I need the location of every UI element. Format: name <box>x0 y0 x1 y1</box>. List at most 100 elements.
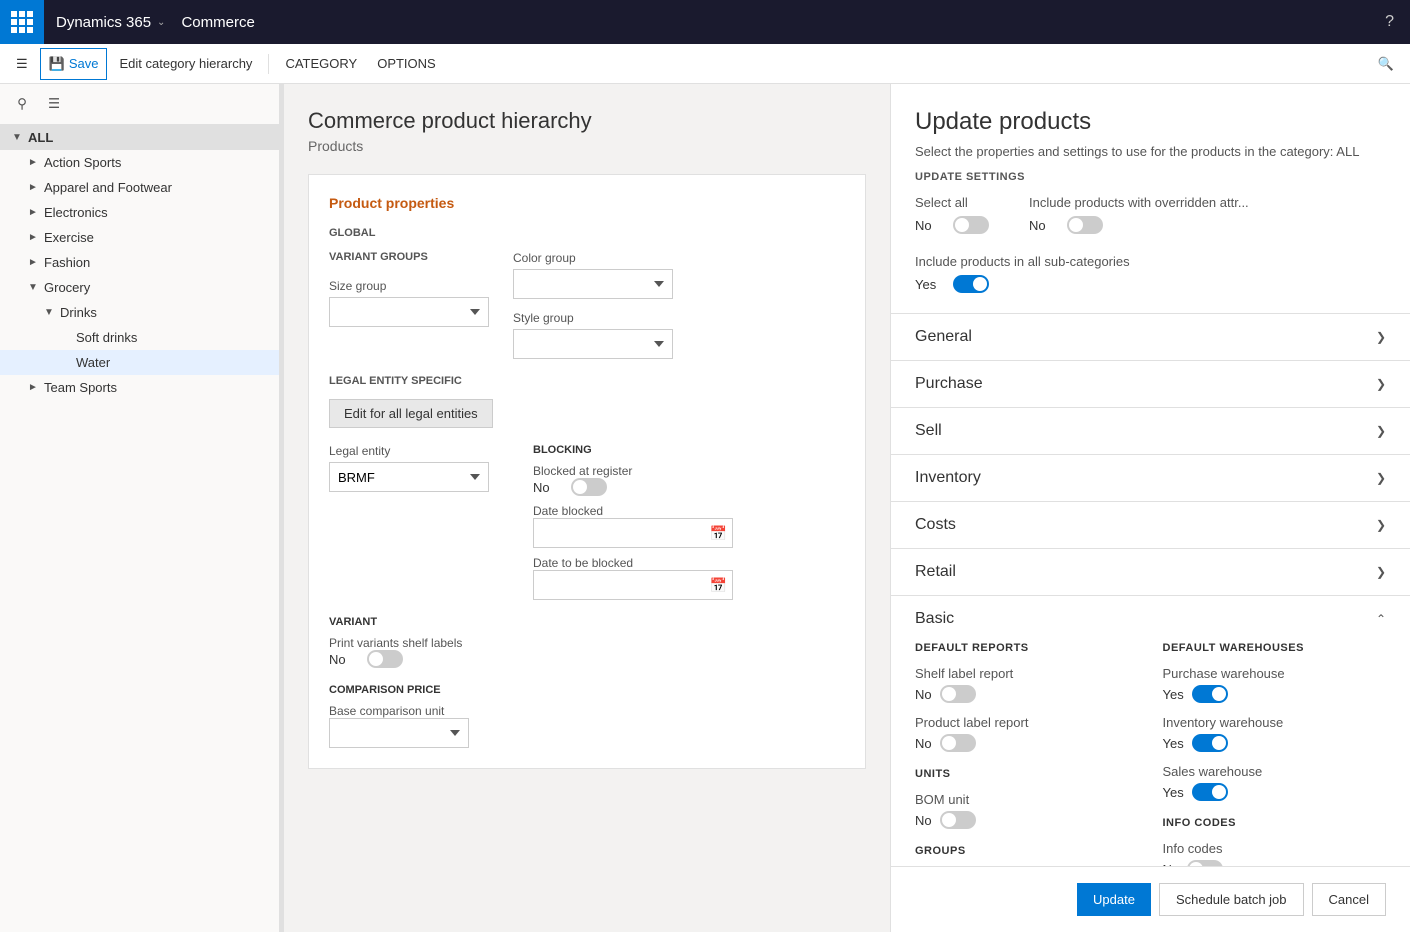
accordion-purchase-header[interactable]: Purchase ❯ <box>891 361 1410 407</box>
variant-groups-label: VARIANT GROUPS <box>329 251 489 263</box>
product-label-report-field: Product label report No <box>915 715 1139 752</box>
search-button[interactable]: 🔍 <box>1370 48 1402 80</box>
size-group-select[interactable] <box>329 297 489 327</box>
sidebar-grocery-label: Grocery <box>44 280 90 295</box>
product-label-thumb <box>942 736 956 750</box>
expand-icon-btn[interactable]: ☰ <box>40 90 68 118</box>
print-variants-toggle[interactable] <box>367 650 403 668</box>
hamburger-button[interactable]: ☰ <box>8 48 36 80</box>
sidebar-item-apparel[interactable]: ► Apparel and Footwear <box>0 175 279 200</box>
accordion-basic-header[interactable]: Basic ⌃ <box>891 596 1410 642</box>
sidebar-item-team-sports[interactable]: ► Team Sports <box>0 375 279 400</box>
accordion-basic-content: DEFAULT REPORTS Shelf label report No <box>891 642 1410 866</box>
accordion-sell-label: Sell <box>915 422 942 440</box>
sidebar-action-sports-label: Action Sports <box>44 155 121 170</box>
include-overridden-field: Include products with overridden attr...… <box>1029 195 1249 242</box>
bom-unit-toggle[interactable] <box>940 811 976 829</box>
base-comparison-select[interactable] <box>329 718 469 748</box>
sidebar-item-fashion[interactable]: ► Fashion <box>0 250 279 275</box>
category-button[interactable]: CATEGORY <box>277 48 365 80</box>
options-button[interactable]: OPTIONS <box>369 48 444 80</box>
accordion-inventory-label: Inventory <box>915 469 981 487</box>
purchase-warehouse-track <box>1192 685 1228 703</box>
accordion-general-header[interactable]: General ❯ <box>891 314 1410 360</box>
blocked-at-register-thumb <box>573 480 587 494</box>
select-all-toggle[interactable] <box>953 216 989 234</box>
purchase-warehouse-row: Yes <box>1163 685 1387 703</box>
blocked-at-register-toggle[interactable] <box>571 478 607 496</box>
filter-icon-btn[interactable]: ⚲ <box>8 90 36 118</box>
include-subcategories-toggle[interactable] <box>953 275 989 293</box>
include-subcategories-track <box>953 275 989 293</box>
schedule-batch-job-button[interactable]: Schedule batch job <box>1159 883 1304 916</box>
inventory-warehouse-track <box>1192 734 1228 752</box>
date-blocked-input[interactable] <box>533 518 733 548</box>
app-grid-button[interactable] <box>0 0 44 44</box>
sidebar-item-exercise[interactable]: ► Exercise <box>0 225 279 250</box>
inventory-warehouse-toggle[interactable] <box>1192 734 1228 752</box>
save-button[interactable]: 💾 Save <box>40 48 108 80</box>
sidebar-item-electronics[interactable]: ► Electronics <box>0 200 279 225</box>
commerce-label: Commerce <box>177 14 254 31</box>
purchase-warehouse-toggle[interactable] <box>1192 685 1228 703</box>
inventory-warehouse-row: Yes <box>1163 734 1387 752</box>
shelf-label-report-row: No <box>915 685 1139 703</box>
info-codes-section-label: INFO CODES <box>1163 817 1387 829</box>
bom-unit-value: No <box>915 813 932 828</box>
info-codes-toggle[interactable] <box>1187 860 1223 866</box>
include-overridden-thumb <box>1069 218 1083 232</box>
accordion-purchase-chevron-icon: ❯ <box>1376 377 1386 391</box>
bom-unit-label: BOM unit <box>915 792 1139 807</box>
color-group-select[interactable] <box>513 269 673 299</box>
variant-groups-row: VARIANT GROUPS Size group Color group St… <box>329 251 845 359</box>
sidebar-item-all[interactable]: ▼ ALL <box>0 125 279 150</box>
sidebar-item-water[interactable]: Water <box>0 350 279 375</box>
style-group-select[interactable] <box>513 329 673 359</box>
accordion-costs-header[interactable]: Costs ❯ <box>891 502 1410 548</box>
legal-entity-specific-label: Legal entity specific <box>329 375 845 387</box>
edit-category-label: Edit category hierarchy <box>119 56 252 71</box>
right-panel: Update products Select the properties an… <box>890 84 1410 932</box>
sidebar-drinks-label: Drinks <box>60 305 97 320</box>
date-blocked-label: Date blocked <box>533 504 733 518</box>
product-label-track <box>940 734 976 752</box>
edit-legal-entities-button[interactable]: Edit for all legal entities <box>329 399 493 428</box>
select-all-field: Select all No <box>915 195 989 242</box>
panel-title: Update products <box>915 108 1386 136</box>
include-overridden-label: Include products with overridden attr... <box>1029 195 1249 210</box>
sidebar-item-soft-drinks[interactable]: Soft drinks <box>0 325 279 350</box>
sidebar-water-label: Water <box>76 355 110 370</box>
sales-warehouse-toggle[interactable] <box>1192 783 1228 801</box>
cancel-button[interactable]: Cancel <box>1312 883 1386 916</box>
accordion-purchase-label: Purchase <box>915 375 983 393</box>
sales-warehouse-thumb <box>1212 785 1226 799</box>
date-to-be-blocked-input[interactable] <box>533 570 733 600</box>
sidebar-item-drinks[interactable]: ▼ Drinks <box>0 300 279 325</box>
select-all-label: Select all <box>915 195 989 210</box>
variant-label: VARIANT <box>329 616 845 628</box>
update-button[interactable]: Update <box>1077 883 1151 916</box>
update-settings-label: UPDATE SETTINGS <box>915 171 1386 183</box>
product-label-report-toggle[interactable] <box>940 734 976 752</box>
sidebar-item-action-sports[interactable]: ► Action Sports <box>0 150 279 175</box>
edit-category-hierarchy-button[interactable]: Edit category hierarchy <box>111 48 260 80</box>
accordion-retail-header[interactable]: Retail ❯ <box>891 549 1410 595</box>
color-group-field: Color group Style group <box>513 251 673 359</box>
info-codes-field: Info codes No <box>1163 841 1387 866</box>
fashion-chevron-icon: ► <box>28 257 44 268</box>
purchase-warehouse-thumb <box>1212 687 1226 701</box>
legal-entity-select[interactable]: BRMF <box>329 462 489 492</box>
base-comparison-label: Base comparison unit <box>329 704 845 718</box>
sidebar-electronics-label: Electronics <box>44 205 108 220</box>
sidebar-item-grocery[interactable]: ▼ Grocery <box>0 275 279 300</box>
accordion-sell-header[interactable]: Sell ❯ <box>891 408 1410 454</box>
sidebar-soft-drinks-label: Soft drinks <box>76 330 137 345</box>
accordion-general-chevron-icon: ❯ <box>1376 330 1386 344</box>
accordion-costs: Costs ❯ <box>891 502 1410 549</box>
accordion-inventory-header[interactable]: Inventory ❯ <box>891 455 1410 501</box>
help-button[interactable]: ? <box>1385 13 1410 31</box>
shelf-label-report-toggle[interactable] <box>940 685 976 703</box>
dynamics-title[interactable]: Dynamics 365 ⌄ <box>44 14 177 31</box>
global-label: Global <box>329 227 845 239</box>
include-overridden-toggle[interactable] <box>1067 216 1103 234</box>
